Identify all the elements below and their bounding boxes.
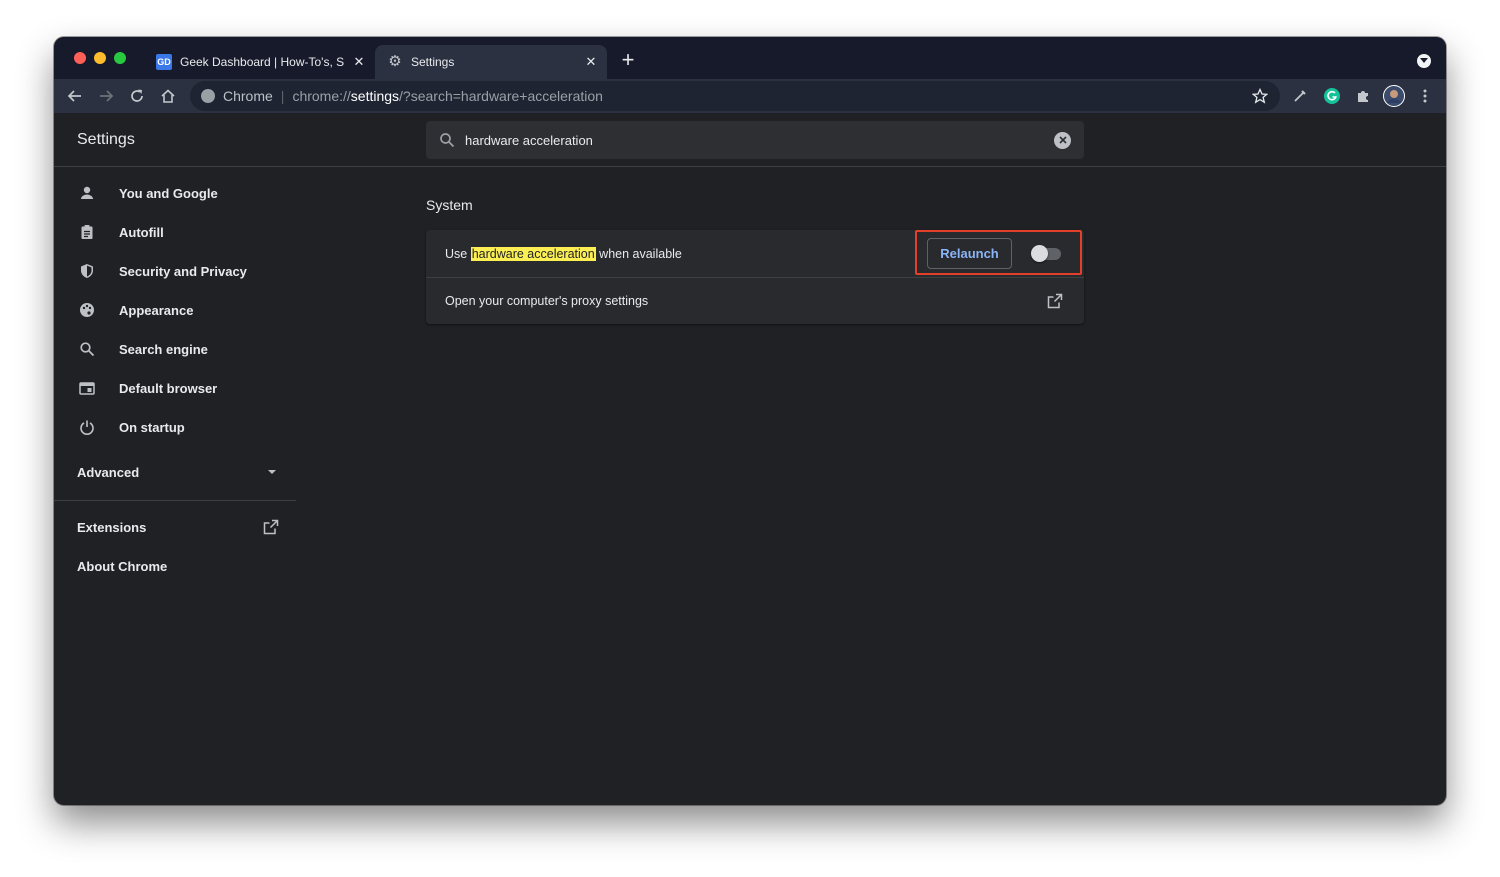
sidebar-item-label: Advanced xyxy=(77,464,140,480)
tab-close-icon[interactable]: ✕ xyxy=(351,54,367,70)
sidebar-item-default-browser[interactable]: Default browser xyxy=(54,369,296,407)
grammarly-icon xyxy=(1324,88,1340,104)
proxy-settings-row[interactable]: Open your computer's proxy settings xyxy=(426,277,1084,324)
browser-window: GD Geek Dashboard | How-To's, S ✕ ⚙ Sett… xyxy=(54,37,1446,805)
clipboard-icon xyxy=(77,222,97,242)
home-icon xyxy=(161,89,175,103)
url-host: settings xyxy=(350,88,400,104)
home-button[interactable] xyxy=(156,84,180,108)
tab-search-button[interactable] xyxy=(1417,54,1431,68)
chevron-down-icon xyxy=(268,470,276,474)
geek-dashboard-favicon-icon: GD xyxy=(156,54,172,70)
profile-avatar-button[interactable] xyxy=(1382,84,1406,108)
page-title: Settings xyxy=(77,131,135,148)
relaunch-button[interactable]: Relaunch xyxy=(927,238,1012,269)
sidebar-item-label: Security and Privacy xyxy=(119,263,247,279)
sidebar-item-on-startup[interactable]: On startup xyxy=(54,408,296,446)
settings-header: Settings hardware acceleration xyxy=(54,113,1446,167)
url-path: /?search=hardware+acceleration xyxy=(399,88,603,104)
shield-icon xyxy=(77,261,97,281)
hardware-acceleration-toggle[interactable] xyxy=(1031,245,1061,262)
hardware-acceleration-row: Use hardware acceleration when available… xyxy=(426,230,1084,277)
label-prefix: Use xyxy=(445,246,471,261)
tab-strip: GD Geek Dashboard | How-To's, S ✕ ⚙ Sett… xyxy=(54,37,1446,79)
sidebar-item-label: On startup xyxy=(119,419,185,435)
sidebar-item-autofill[interactable]: Autofill xyxy=(54,213,296,251)
sidebar-item-security-and-privacy[interactable]: Security and Privacy xyxy=(54,252,296,290)
sidebar-item-label: About Chrome xyxy=(77,558,168,574)
sidebar-item-about-chrome[interactable]: About Chrome xyxy=(77,556,167,576)
more-vert-icon xyxy=(1423,89,1427,103)
new-tab-button[interactable]: + xyxy=(617,49,639,72)
sidebar-item-label: Autofill xyxy=(119,224,164,240)
sidebar-item-label: Search engine xyxy=(119,341,208,357)
window-minimize-button[interactable] xyxy=(94,52,106,64)
person-icon xyxy=(77,183,97,203)
gear-icon: ⚙ xyxy=(388,53,402,70)
address-bar[interactable]: Chrome | chrome://settings/?search=hardw… xyxy=(190,81,1280,111)
close-icon xyxy=(1058,136,1067,144)
window-close-button[interactable] xyxy=(74,52,86,64)
sidebar-item-label: You and Google xyxy=(119,185,218,201)
chevron-down-icon xyxy=(1420,58,1428,63)
forward-button[interactable] xyxy=(94,84,118,108)
system-settings-card: Use hardware acceleration when available… xyxy=(426,230,1084,324)
sidebar-divider xyxy=(54,500,296,501)
search-match-highlight: hardware acceleration xyxy=(470,246,596,261)
reload-icon xyxy=(131,89,143,102)
grammarly-extension-button[interactable] xyxy=(1320,84,1344,108)
open-in-new-icon xyxy=(263,519,279,535)
search-icon xyxy=(440,133,455,148)
back-button[interactable] xyxy=(63,84,87,108)
sidebar-item-appearance[interactable]: Appearance xyxy=(54,291,296,329)
toggle-knob xyxy=(1031,245,1048,262)
palette-icon xyxy=(77,300,97,320)
tab-close-icon[interactable]: ✕ xyxy=(583,54,599,70)
tab-geek-dashboard[interactable]: GD Geek Dashboard | How-To's, S ✕ xyxy=(147,45,375,79)
sidebar-item-label: Default browser xyxy=(119,380,218,396)
eyedropper-icon xyxy=(1294,90,1306,102)
proxy-settings-label: Open your computer's proxy settings xyxy=(445,294,649,308)
sidebar-item-advanced[interactable]: Advanced xyxy=(77,462,277,482)
chrome-menu-button[interactable] xyxy=(1413,84,1437,108)
omnibox-separator: | xyxy=(280,88,285,104)
tab-settings[interactable]: ⚙ Settings ✕ xyxy=(375,45,607,79)
star-icon xyxy=(1252,88,1268,104)
back-arrow-icon xyxy=(67,90,81,102)
avatar xyxy=(1383,85,1405,107)
tab-title: Settings xyxy=(411,55,455,69)
puzzle-icon xyxy=(1358,91,1368,102)
url-scheme: chrome:// xyxy=(292,88,351,104)
bookmark-star-button[interactable] xyxy=(1250,86,1270,106)
browser-toolbar: Chrome | chrome://settings/?search=hardw… xyxy=(54,79,1446,113)
browser-icon xyxy=(77,378,97,398)
sidebar-item-label: Appearance xyxy=(119,302,194,318)
forward-arrow-icon xyxy=(100,90,114,102)
label-suffix: when available xyxy=(595,246,682,261)
search-icon xyxy=(77,339,97,359)
eyedropper-extension-button[interactable] xyxy=(1288,84,1312,108)
omnibox-origin-chip: Chrome xyxy=(223,88,273,104)
sidebar-item-you-and-google[interactable]: You and Google xyxy=(54,174,296,212)
extensions-button[interactable] xyxy=(1351,84,1375,108)
clear-search-button[interactable] xyxy=(1054,131,1071,149)
power-icon xyxy=(77,417,97,437)
sidebar-item-search-engine[interactable]: Search engine xyxy=(54,330,296,368)
open-in-new-icon[interactable] xyxy=(1047,293,1063,309)
sidebar-item-extensions[interactable]: Extensions xyxy=(77,517,279,537)
reload-button[interactable] xyxy=(125,84,149,108)
section-title-system: System xyxy=(426,197,473,213)
tab-title: Geek Dashboard | How-To's, S xyxy=(180,55,345,69)
settings-sidebar: You and Google Autofill Security and Pri… xyxy=(54,168,296,668)
settings-search-box[interactable]: hardware acceleration xyxy=(426,121,1084,159)
chrome-site-icon[interactable] xyxy=(201,89,215,103)
window-maximize-button[interactable] xyxy=(114,52,126,64)
search-input[interactable]: hardware acceleration xyxy=(465,133,1054,148)
sidebar-item-label: Extensions xyxy=(77,519,147,535)
